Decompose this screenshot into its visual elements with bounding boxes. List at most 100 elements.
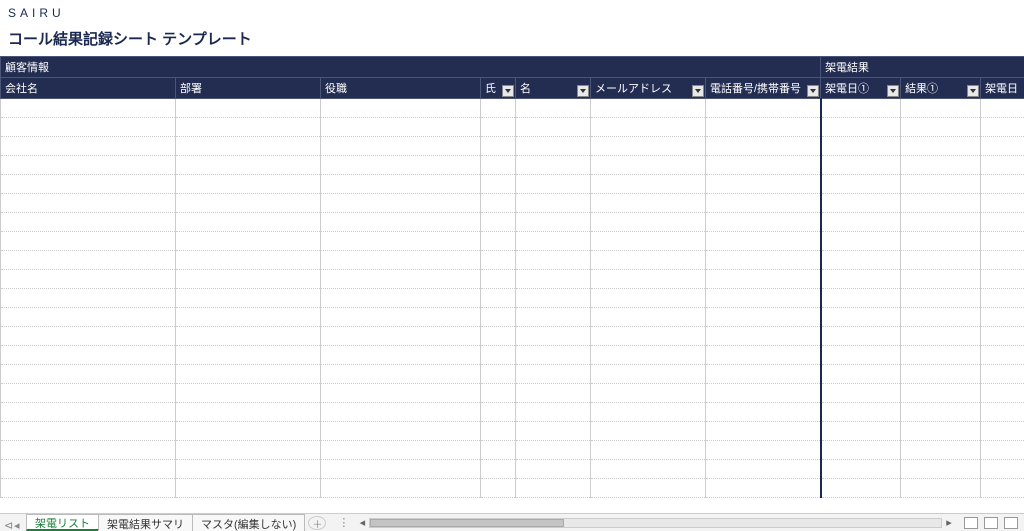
cell[interactable] [591,308,706,327]
cell[interactable] [981,479,1024,498]
filter-dropdown-icon[interactable] [692,85,704,97]
cell[interactable] [1,175,176,194]
cell[interactable] [591,403,706,422]
cell[interactable] [821,289,901,308]
cell[interactable] [321,403,481,422]
cell[interactable] [321,270,481,289]
cell[interactable] [321,118,481,137]
cell[interactable] [481,403,516,422]
cell[interactable] [821,270,901,289]
cell[interactable] [176,175,321,194]
cell[interactable] [1,137,176,156]
cell[interactable] [176,422,321,441]
cell[interactable] [176,441,321,460]
cell[interactable] [1,118,176,137]
cell[interactable] [901,327,981,346]
cell[interactable] [591,213,706,232]
cell[interactable] [591,137,706,156]
cell[interactable] [481,137,516,156]
cell[interactable] [901,118,981,137]
cell[interactable] [591,156,706,175]
cell[interactable] [981,384,1024,403]
cell[interactable] [176,327,321,346]
cell[interactable] [981,99,1024,118]
cell[interactable] [321,232,481,251]
cell[interactable] [901,194,981,213]
cell[interactable] [706,232,821,251]
cell[interactable] [901,441,981,460]
cell[interactable] [176,270,321,289]
cell[interactable] [591,289,706,308]
cell[interactable] [821,232,901,251]
cell[interactable] [1,232,176,251]
cell[interactable] [821,118,901,137]
cell[interactable] [901,99,981,118]
cell[interactable] [821,175,901,194]
cell[interactable] [1,289,176,308]
cell[interactable] [176,384,321,403]
cell[interactable] [516,403,591,422]
cell[interactable] [1,346,176,365]
cell[interactable] [176,156,321,175]
cell[interactable] [981,403,1024,422]
cell[interactable] [176,365,321,384]
cell[interactable] [1,308,176,327]
cell[interactable] [821,156,901,175]
cell[interactable] [1,194,176,213]
cell[interactable] [321,137,481,156]
tab-nav-first-icon[interactable]: ⊲ [4,519,12,527]
cell[interactable] [321,213,481,232]
cell[interactable] [1,213,176,232]
cell[interactable] [321,175,481,194]
cell[interactable] [901,270,981,289]
cell[interactable] [176,232,321,251]
cell[interactable] [321,346,481,365]
cell[interactable] [176,251,321,270]
cell[interactable] [481,270,516,289]
view-page-break-icon[interactable] [1004,517,1018,529]
cell[interactable] [981,175,1024,194]
cell[interactable] [706,384,821,403]
cell[interactable] [1,441,176,460]
cell[interactable] [591,175,706,194]
add-sheet-button[interactable]: ＋ [308,516,326,530]
cell[interactable] [516,308,591,327]
cell[interactable] [516,213,591,232]
cell[interactable] [516,194,591,213]
cell[interactable] [481,156,516,175]
cell[interactable] [981,346,1024,365]
cell[interactable] [706,327,821,346]
cell[interactable] [321,460,481,479]
cell[interactable] [176,213,321,232]
cell[interactable] [481,308,516,327]
cell[interactable] [481,194,516,213]
cell[interactable] [901,232,981,251]
scroll-right-icon[interactable]: ▸ [944,518,954,528]
cell[interactable] [981,213,1024,232]
cell[interactable] [481,118,516,137]
cell[interactable] [1,365,176,384]
column-header[interactable]: 架電日 [981,78,1024,99]
cell[interactable] [481,327,516,346]
cell[interactable] [516,422,591,441]
view-page-layout-icon[interactable] [984,517,998,529]
cell[interactable] [176,118,321,137]
cell[interactable] [176,460,321,479]
cell[interactable] [591,422,706,441]
column-header[interactable]: 役職 [321,78,481,99]
cell[interactable] [176,137,321,156]
horizontal-scrollbar[interactable]: ⋮ ◂ ▸ [330,514,958,531]
cell[interactable] [321,384,481,403]
cell[interactable] [821,327,901,346]
cell[interactable] [981,137,1024,156]
cell[interactable] [591,479,706,498]
cell[interactable] [481,289,516,308]
column-header[interactable]: 部署 [176,78,321,99]
scroll-thumb[interactable] [370,519,564,527]
cell[interactable] [981,365,1024,384]
cell[interactable] [706,289,821,308]
cell[interactable] [706,308,821,327]
cell[interactable] [516,270,591,289]
cell[interactable] [821,365,901,384]
cell[interactable] [901,346,981,365]
